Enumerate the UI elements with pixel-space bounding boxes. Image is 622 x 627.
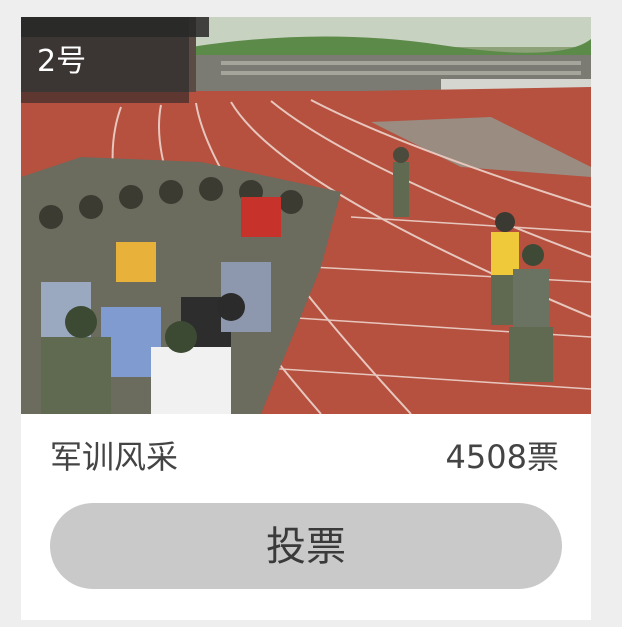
vote-count: 4508票	[445, 438, 559, 476]
entry-number-label: 2号	[37, 44, 87, 79]
entry-card[interactable]: 2号 军训风采 4508票 投票	[21, 17, 591, 620]
entry-photo[interactable]: 2号	[21, 17, 591, 414]
entry-info-row: 军训风采 4508票	[21, 414, 591, 500]
vote-button[interactable]: 投票	[50, 503, 562, 589]
badge-tab	[21, 17, 209, 37]
entry-title: 军训风采	[50, 438, 179, 476]
entry-number-badge: 2号	[21, 17, 209, 103]
